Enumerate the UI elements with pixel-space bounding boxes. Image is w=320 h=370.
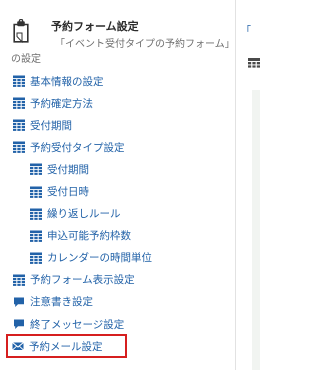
nav-item-6[interactable]: 受付日時 bbox=[0, 180, 235, 202]
calendar-icon bbox=[13, 274, 25, 286]
nav-item-reservation-mail-settings[interactable]: 予約メール設定 bbox=[6, 334, 127, 359]
calendar-icon bbox=[13, 141, 25, 154]
content-bracket-mark: 「 bbox=[241, 26, 251, 37]
calendar-icon bbox=[30, 186, 42, 198]
nav-item-label: 受付日時 bbox=[47, 186, 89, 199]
nav-item-7[interactable]: 繰り返しルール bbox=[0, 203, 235, 225]
nav-item-label: 終了メッセージ設定 bbox=[30, 318, 125, 331]
nav-item-4[interactable]: 予約受付タイプ設定 bbox=[0, 136, 235, 158]
settings-nav: 基本情報の設定 予約確定方法 受付期間 予約受付タイプ設定 受付期間 受付日時 繰り返しルー… bbox=[0, 70, 235, 359]
settings-sidebar: 予約フォーム設定 「イベント受付タイプの予約フォーム」の設定 基本情報の設定 予約… bbox=[0, 0, 235, 370]
calendar-icon bbox=[13, 119, 25, 132]
comment-icon bbox=[13, 318, 25, 330]
calendar-icon bbox=[30, 230, 42, 242]
envelope-icon bbox=[12, 340, 24, 352]
calendar-icon bbox=[13, 75, 25, 87]
nav-item-5[interactable]: 受付期間 bbox=[0, 158, 235, 180]
calendar-icon bbox=[30, 252, 42, 264]
nav-item-label: 予約フォーム表示設定 bbox=[30, 274, 135, 287]
nav-item-label: 繰り返しルール bbox=[47, 208, 121, 221]
sidebar-header: 予約フォーム設定 「イベント受付タイプの予約フォーム」の設定 bbox=[0, 0, 235, 68]
nav-item-1[interactable]: 基本情報の設定 bbox=[0, 70, 235, 92]
page: 予約フォーム設定 「イベント受付タイプの予約フォーム」の設定 基本情報の設定 予約… bbox=[0, 0, 260, 370]
calendar-icon bbox=[30, 163, 42, 176]
nav-item-11[interactable]: 注意書き設定 bbox=[0, 291, 235, 313]
nav-item-2[interactable]: 予約確定方法 bbox=[0, 92, 235, 114]
nav-item-label: 受付期間 bbox=[30, 119, 72, 132]
nav-item-label: 基本情報の設定 bbox=[30, 75, 104, 88]
calendar-icon bbox=[13, 97, 25, 110]
nav-item-12[interactable]: 終了メッセージ設定 bbox=[0, 313, 235, 335]
nav-item-label: 注意書き設定 bbox=[30, 296, 93, 309]
nav-item-label: 予約確定方法 bbox=[30, 97, 93, 110]
calendar-icon bbox=[248, 55, 260, 68]
nav-item-label: 予約受付タイプ設定 bbox=[30, 141, 125, 154]
nav-item-8[interactable]: 申込可能予約枠数 bbox=[0, 225, 235, 247]
nav-item-label: 申込可能予約枠数 bbox=[47, 230, 131, 243]
nav-item-label: 受付期間 bbox=[47, 163, 89, 176]
calendar-icon bbox=[30, 208, 42, 220]
page-title: 予約フォーム設定 bbox=[51, 20, 139, 33]
nav-item-3[interactable]: 受付期間 bbox=[0, 114, 235, 136]
page-description: 「イベント受付タイプの予約フォーム」の設定 bbox=[11, 39, 230, 65]
nav-item-label: カレンダーの時間単位 bbox=[47, 252, 152, 265]
nav-item-9[interactable]: カレンダーの時間単位 bbox=[0, 247, 235, 269]
content-area bbox=[252, 90, 260, 370]
nav-item-label: 予約メール設定 bbox=[29, 340, 103, 353]
nav-item-10[interactable]: 予約フォーム表示設定 bbox=[0, 269, 235, 291]
comment-icon bbox=[13, 296, 25, 308]
